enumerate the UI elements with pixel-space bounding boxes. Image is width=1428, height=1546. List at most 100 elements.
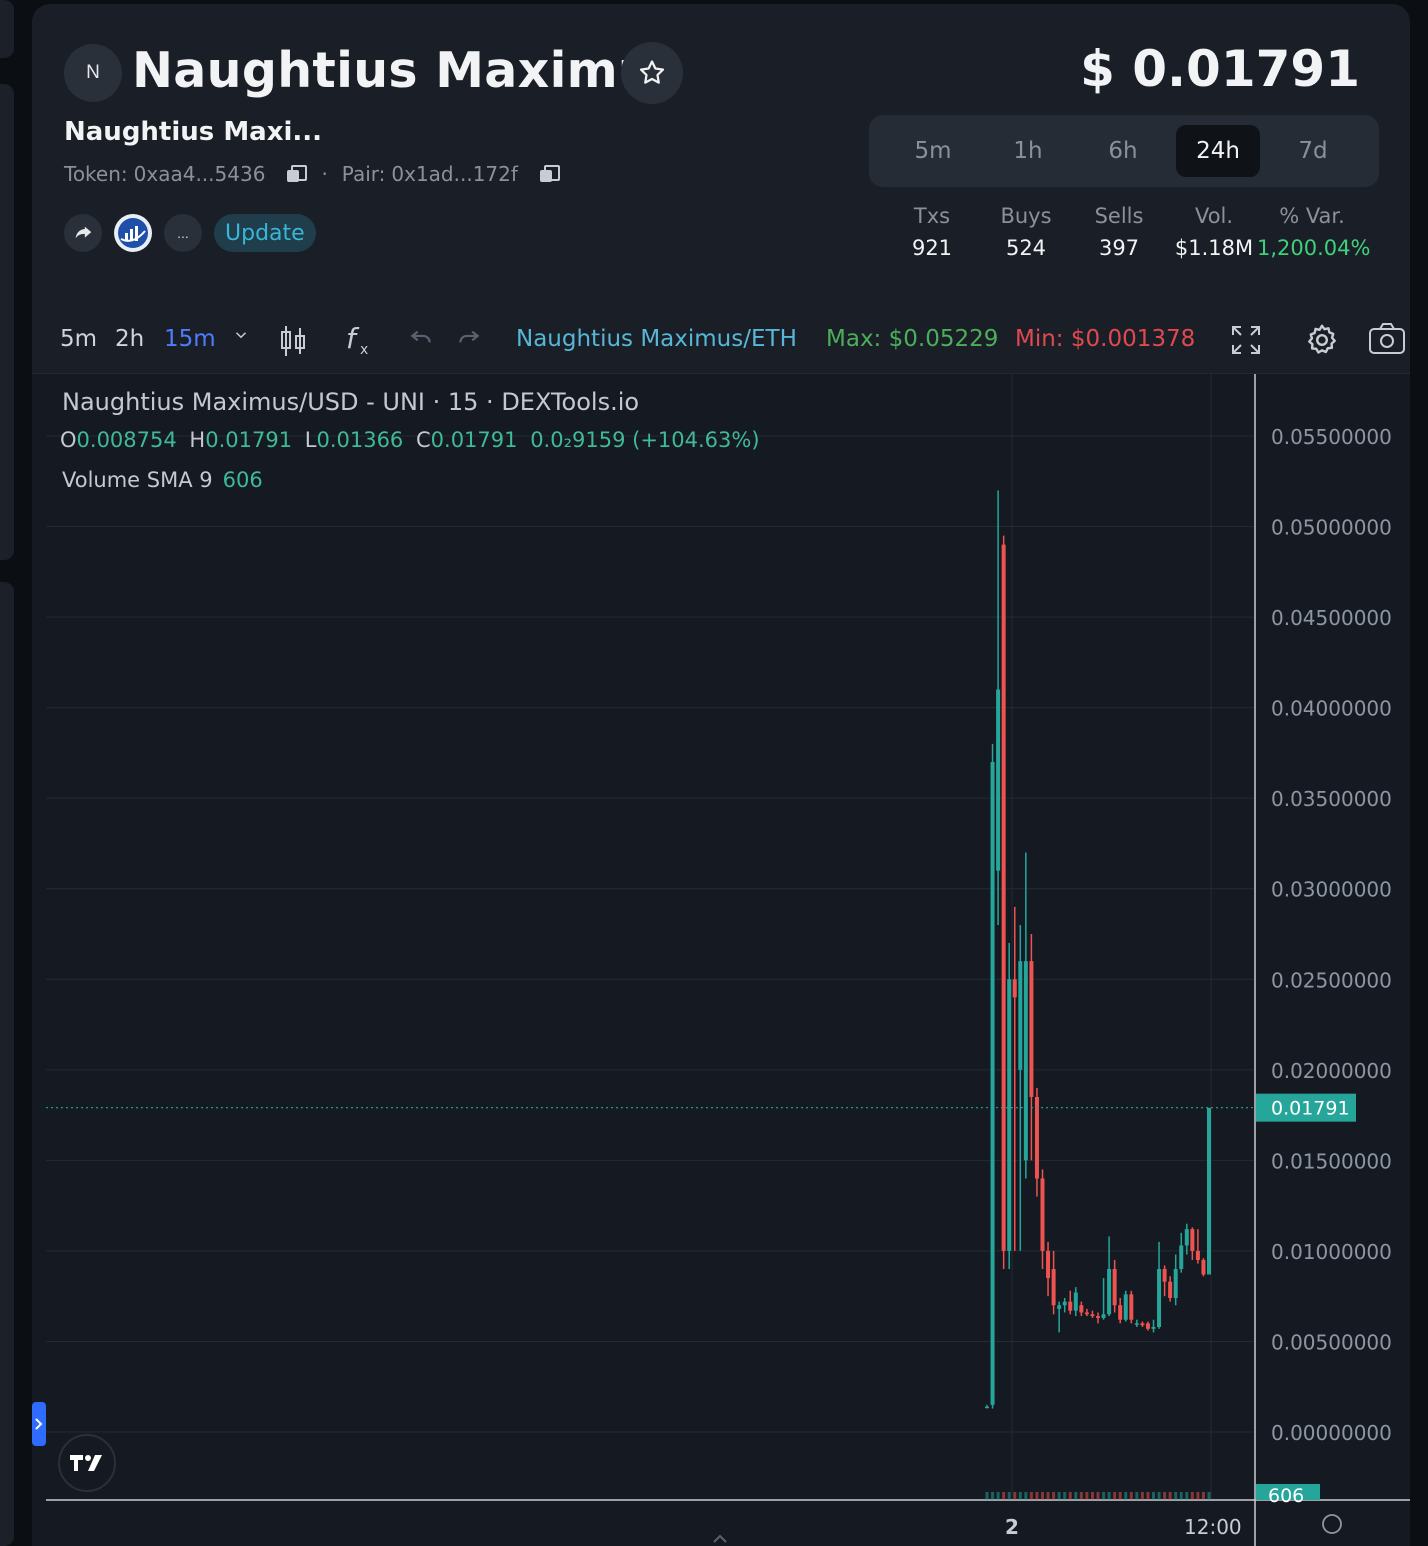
indicators-button[interactable]: f x	[344, 322, 374, 364]
left-rail-tab[interactable]	[0, 0, 14, 58]
token-price: $ 0.01791	[1080, 40, 1360, 98]
volume-bar	[1002, 1492, 1006, 1500]
candle-body	[1012, 979, 1017, 998]
ohlc-legend: O0.008754 H0.01791 L0.01366 C0.01791 0.0…	[60, 428, 760, 452]
update-button[interactable]: Update	[214, 214, 316, 252]
token-avatar: N	[64, 44, 122, 102]
candle-body	[1101, 1314, 1106, 1318]
interval-2h[interactable]: 2h	[115, 326, 144, 352]
token-title: Naughtius Maximus	[132, 42, 683, 99]
candle-body	[1168, 1281, 1173, 1298]
volume-bar	[996, 1492, 1000, 1500]
fullscreen-button[interactable]	[1230, 324, 1262, 362]
volume-bar	[1057, 1492, 1061, 1500]
candle-body	[1046, 1250, 1051, 1279]
volume-bar	[1096, 1492, 1100, 1500]
volume-label: Volume SMA 9	[62, 468, 213, 492]
price-tick-label: 0.03000000	[1271, 878, 1392, 902]
settings-button[interactable]	[1304, 322, 1340, 364]
volume-bar	[1046, 1492, 1050, 1500]
camera-icon	[1369, 323, 1405, 354]
candle-body	[1151, 1326, 1156, 1329]
candlestick-chart[interactable]: 0.05500000 0.05000000 0.04500000 0.04000000…	[32, 374, 1410, 1546]
volume-bar	[1007, 1492, 1011, 1500]
last-price-label: 0.01791	[1271, 1098, 1350, 1120]
axis-settings-icon[interactable]	[1322, 1514, 1342, 1534]
candle-type-button[interactable]	[278, 324, 308, 364]
volume-bar	[1201, 1492, 1205, 1500]
volume-bar	[1063, 1492, 1067, 1500]
stat-variation: % Var. 1,200.04%	[1257, 204, 1371, 260]
undo-button[interactable]	[408, 324, 434, 356]
volume-bar	[1113, 1492, 1117, 1500]
volume-bar	[1118, 1492, 1122, 1500]
candle-body	[1184, 1229, 1189, 1246]
time-tick-label: 12:00	[1184, 1515, 1242, 1539]
volume-bar	[1090, 1492, 1094, 1500]
close-value: 0.01791	[430, 428, 518, 452]
chart-site-button[interactable]	[114, 214, 152, 252]
candle-body	[1090, 1314, 1095, 1317]
price-tick-label: 0.03500000	[1271, 787, 1392, 811]
undo-icon	[410, 330, 431, 343]
left-rail-panel[interactable]	[0, 84, 14, 560]
timeframe-6h[interactable]: 6h	[1081, 125, 1165, 177]
price-tick-label: 0.02500000	[1271, 968, 1392, 992]
low-value: 0.01366	[316, 428, 404, 452]
scroll-up-arrow-icon[interactable]	[713, 1534, 727, 1543]
copy-pair-icon[interactable]	[538, 163, 560, 185]
timeframe-5m[interactable]: 5m	[891, 125, 975, 177]
low-label: L	[304, 428, 317, 452]
timeframe-7d[interactable]: 7d	[1271, 125, 1355, 177]
tradingview-logo[interactable]	[58, 1434, 116, 1492]
timeframe-24h[interactable]: 24h	[1176, 125, 1260, 177]
volume-bar	[1129, 1492, 1133, 1500]
candle-body	[1173, 1269, 1178, 1298]
candle-body	[1107, 1269, 1112, 1315]
volume-bar	[1207, 1492, 1211, 1500]
fullscreen-icon	[1232, 326, 1260, 354]
candle-body	[1007, 979, 1012, 1251]
snapshot-button[interactable]	[1368, 322, 1406, 362]
price-chart[interactable]: 0.05500000 0.05000000 0.04500000 0.04000000…	[32, 374, 1410, 1546]
svg-text:x: x	[360, 342, 368, 358]
interval-dropdown[interactable]	[232, 324, 250, 350]
time-tick-label: 2	[1005, 1515, 1019, 1539]
chart-legend-title: Naughtius Maximus/USD - UNI · 15 · DEXTo…	[62, 388, 640, 416]
close-label: C	[415, 428, 431, 452]
volume-bar	[1029, 1492, 1033, 1500]
left-rail-panel-lower[interactable]	[0, 582, 14, 1546]
price-tick-label: 0.04500000	[1271, 606, 1392, 630]
copy-token-icon[interactable]	[285, 163, 308, 185]
token-subname: Naughtius Maxi...	[64, 117, 323, 147]
interval-5m[interactable]: 5m	[60, 326, 97, 352]
volume-bar	[991, 1492, 995, 1500]
interval-15m[interactable]: 15m	[164, 326, 216, 352]
pair-label: Pair:	[341, 162, 386, 186]
volume-bar	[1168, 1492, 1172, 1500]
timeframe-1h[interactable]: 1h	[986, 125, 1070, 177]
candle-body	[1040, 1178, 1045, 1251]
candle-body	[1023, 961, 1028, 1161]
redo-button[interactable]	[456, 324, 482, 356]
candle-body	[1140, 1323, 1145, 1326]
token-label: Token:	[64, 162, 128, 186]
pair-symbol[interactable]: Naughtius Maximus/ETH	[516, 326, 797, 352]
candle-body	[1195, 1250, 1200, 1260]
favorite-button[interactable]	[621, 42, 683, 104]
volume-bar	[1024, 1492, 1028, 1500]
candlestick-icon	[281, 326, 305, 356]
candle-body	[1084, 1312, 1089, 1315]
volume-bar	[1102, 1492, 1106, 1500]
chart-logo-icon	[118, 218, 148, 248]
price-tick-label: 0.05500000	[1271, 425, 1392, 449]
share-button[interactable]	[64, 214, 102, 252]
candle-body	[1112, 1269, 1117, 1306]
volume-bar	[1185, 1492, 1189, 1500]
candle-body	[1073, 1292, 1078, 1311]
sidebar-toggle[interactable]	[32, 1402, 46, 1446]
redo-icon	[459, 330, 480, 343]
chart-toolbar: 5m 2h 15m f x Naughtius Maximus/ETH Max:…	[32, 306, 1410, 374]
volume-bar	[1107, 1492, 1111, 1500]
more-button[interactable]: ...	[164, 214, 202, 252]
